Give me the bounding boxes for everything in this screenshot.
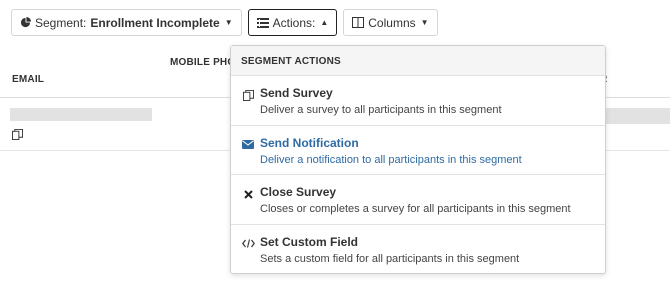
menu-item-description: Deliver a notification to all participan…	[260, 153, 522, 166]
menu-header: SEGMENT ACTIONS	[231, 46, 605, 76]
segment-label-prefix: Segment:	[35, 15, 87, 30]
column-header-email[interactable]: EMAIL	[12, 74, 44, 85]
code-icon	[241, 238, 255, 250]
menu-item-description: Closes or completes a survey for all par…	[260, 203, 571, 215]
menu-item-title: Send Notification	[260, 135, 359, 150]
menu-item-send-notification[interactable]: Send Notification Deliver a notification…	[231, 126, 605, 175]
list-icon	[256, 17, 269, 28]
redacted-email-value	[10, 108, 152, 121]
menu-item-close-survey[interactable]: Close Survey Closes or completes a surve…	[231, 175, 605, 225]
menu-item-set-custom-field[interactable]: Set Custom Field Sets a custom field for…	[231, 225, 605, 275]
column-header-mobile-phone[interactable]: MOBILE PHONE	[170, 57, 230, 68]
segment-label-value: Enrollment Incomplete	[90, 15, 220, 30]
segment-actions-menu: SEGMENT ACTIONS Send Survey Deliver a su…	[230, 45, 606, 274]
caret-up-icon: ▲	[320, 18, 329, 27]
segment-page: Segment: Enrollment Incomplete ▼ Actions…	[0, 0, 670, 282]
actions-label: Actions:	[272, 15, 316, 30]
copy-icon[interactable]	[12, 127, 23, 145]
menu-item-send-survey[interactable]: Send Survey Deliver a survey to all part…	[231, 76, 605, 126]
actions-dropdown-button[interactable]: Actions: ▲	[247, 9, 338, 36]
menu-item-title: Set Custom Field	[260, 234, 359, 249]
x-icon	[241, 188, 255, 200]
columns-dropdown-button[interactable]: Columns ▼	[343, 9, 438, 36]
menu-item-description: Sets a custom field for all participants…	[260, 252, 520, 265]
segment-dropdown-button[interactable]: Segment: Enrollment Incomplete ▼	[11, 9, 242, 36]
redacted-cell-value	[605, 108, 670, 124]
menu-item-title: Send Survey	[260, 86, 333, 100]
menu-item-title: Close Survey	[260, 185, 337, 199]
pie-chart-icon	[20, 17, 31, 28]
copy-icon	[241, 89, 255, 101]
menu-item-description: Deliver a survey to all participants in …	[260, 104, 502, 116]
envelope-icon	[241, 139, 255, 151]
toolbar: Segment: Enrollment Incomplete ▼ Actions…	[11, 9, 438, 36]
caret-down-icon: ▼	[420, 18, 429, 27]
caret-down-icon: ▼	[224, 18, 233, 27]
columns-label: Columns	[368, 15, 416, 30]
columns-icon	[352, 17, 365, 28]
